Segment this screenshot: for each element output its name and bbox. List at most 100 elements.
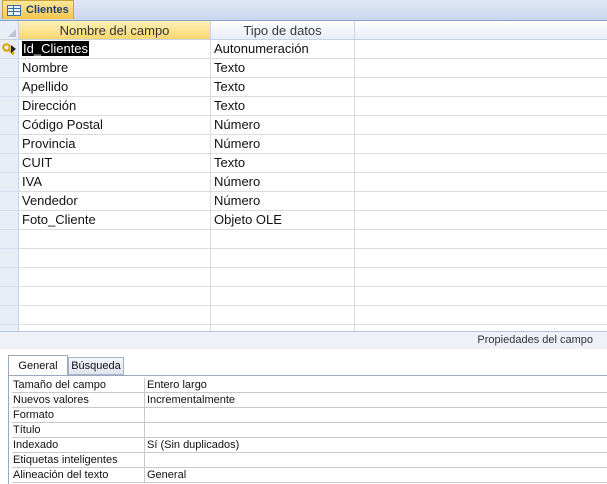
- field-name-cell[interactable]: Nombre: [19, 59, 211, 78]
- row-selector[interactable]: [0, 287, 19, 306]
- field-name-cell[interactable]: [19, 287, 211, 306]
- description-cell[interactable]: [355, 249, 607, 268]
- data-type-cell[interactable]: [211, 230, 355, 249]
- data-type-cell[interactable]: Texto: [211, 78, 355, 97]
- description-cell[interactable]: [355, 135, 607, 154]
- row-selector[interactable]: [0, 116, 19, 135]
- field-name-text: Id_Clientes: [22, 41, 90, 56]
- field-name-cell[interactable]: [19, 230, 211, 249]
- table-row[interactable]: Apellido Texto: [0, 78, 607, 97]
- row-selector[interactable]: [0, 173, 19, 192]
- field-name-cell[interactable]: [19, 249, 211, 268]
- data-type-cell[interactable]: Objeto OLE: [211, 211, 355, 230]
- column-header-data-type[interactable]: Tipo de datos: [211, 21, 355, 40]
- data-type-cell[interactable]: Texto: [211, 59, 355, 78]
- property-row[interactable]: Formato: [12, 408, 607, 423]
- property-row[interactable]: Título: [12, 423, 607, 438]
- column-header-description[interactable]: [355, 21, 607, 40]
- description-cell[interactable]: [355, 192, 607, 211]
- row-selector[interactable]: [0, 230, 19, 249]
- data-type-cell[interactable]: [211, 287, 355, 306]
- table-icon: [7, 4, 21, 16]
- row-selector[interactable]: [0, 249, 19, 268]
- table-row[interactable]: Provincia Número: [0, 135, 607, 154]
- data-type-cell[interactable]: [211, 268, 355, 287]
- field-name-cell[interactable]: IVA: [19, 173, 211, 192]
- property-value[interactable]: Entero largo: [145, 378, 607, 393]
- data-type-cell[interactable]: Número: [211, 116, 355, 135]
- data-type-cell[interactable]: Texto: [211, 97, 355, 116]
- property-row[interactable]: Tamaño del campo Entero largo: [12, 378, 607, 393]
- description-cell[interactable]: [355, 40, 607, 59]
- description-cell[interactable]: [355, 306, 607, 325]
- table-row[interactable]: [0, 249, 607, 268]
- field-name-cell[interactable]: Provincia: [19, 135, 211, 154]
- table-row[interactable]: [0, 306, 607, 325]
- row-selector[interactable]: [0, 135, 19, 154]
- document-tab-label: Clientes: [26, 4, 69, 16]
- field-name-cell[interactable]: [19, 306, 211, 325]
- property-row[interactable]: Indexado Sí (Sin duplicados): [12, 438, 607, 453]
- tab-general[interactable]: General: [8, 355, 68, 376]
- field-name-cell[interactable]: Vendedor: [19, 192, 211, 211]
- row-selector[interactable]: [0, 78, 19, 97]
- description-cell[interactable]: [355, 78, 607, 97]
- description-cell[interactable]: [355, 59, 607, 78]
- document-tab-clientes[interactable]: Clientes: [2, 0, 74, 19]
- table-row[interactable]: Código Postal Número: [0, 116, 607, 135]
- table-row[interactable]: [0, 287, 607, 306]
- field-name-cell[interactable]: Foto_Cliente: [19, 211, 211, 230]
- data-type-cell[interactable]: Texto: [211, 154, 355, 173]
- table-row[interactable]: CUIT Texto: [0, 154, 607, 173]
- property-value[interactable]: Incrementalmente: [145, 393, 607, 408]
- column-header-field-name[interactable]: Nombre del campo: [19, 21, 211, 40]
- field-name-cell[interactable]: [19, 268, 211, 287]
- data-type-cell[interactable]: Número: [211, 135, 355, 154]
- description-cell[interactable]: [355, 116, 607, 135]
- property-value[interactable]: Sí (Sin duplicados): [145, 438, 607, 453]
- property-row[interactable]: Nuevos valores Incrementalmente: [12, 393, 607, 408]
- field-name-cell[interactable]: Dirección: [19, 97, 211, 116]
- field-name-cell[interactable]: Código Postal: [19, 116, 211, 135]
- property-value[interactable]: [145, 453, 607, 468]
- row-selector[interactable]: [0, 154, 19, 173]
- table-row[interactable]: Dirección Texto: [0, 97, 607, 116]
- description-cell[interactable]: [355, 97, 607, 116]
- data-type-cell[interactable]: Número: [211, 173, 355, 192]
- description-cell[interactable]: [355, 173, 607, 192]
- tab-busqueda[interactable]: Búsqueda: [68, 357, 124, 375]
- description-cell[interactable]: [355, 268, 607, 287]
- data-type-cell[interactable]: [211, 249, 355, 268]
- row-selector[interactable]: [0, 192, 19, 211]
- field-name-cell[interactable]: Apellido: [19, 78, 211, 97]
- table-row[interactable]: Id_Clientes Autonumeración: [0, 40, 607, 59]
- row-selector[interactable]: [0, 211, 19, 230]
- data-type-cell[interactable]: Autonumeración: [211, 40, 355, 59]
- property-row[interactable]: Etiquetas inteligentes: [12, 453, 607, 468]
- property-value[interactable]: [145, 423, 607, 438]
- table-row[interactable]: Foto_Cliente Objeto OLE: [0, 211, 607, 230]
- property-value[interactable]: [145, 408, 607, 423]
- row-selector[interactable]: [0, 40, 19, 59]
- table-row[interactable]: [0, 230, 607, 249]
- table-row[interactable]: Nombre Texto: [0, 59, 607, 78]
- select-all-corner[interactable]: [0, 21, 19, 40]
- property-row[interactable]: Alineación del texto General: [12, 468, 607, 483]
- row-selector[interactable]: [0, 268, 19, 287]
- description-cell[interactable]: [355, 154, 607, 173]
- description-cell[interactable]: [355, 211, 607, 230]
- row-selector[interactable]: [0, 97, 19, 116]
- table-row[interactable]: [0, 268, 607, 287]
- table-row[interactable]: IVA Número: [0, 173, 607, 192]
- field-name-cell[interactable]: Id_Clientes: [19, 40, 211, 59]
- table-row[interactable]: Vendedor Número: [0, 192, 607, 211]
- row-selector[interactable]: [0, 59, 19, 78]
- field-properties-panel: General Búsqueda Tamaño del campo Entero …: [0, 349, 607, 484]
- description-cell[interactable]: [355, 230, 607, 249]
- data-type-cell[interactable]: Número: [211, 192, 355, 211]
- data-type-cell[interactable]: [211, 306, 355, 325]
- description-cell[interactable]: [355, 287, 607, 306]
- property-value[interactable]: General: [145, 468, 607, 483]
- field-name-cell[interactable]: CUIT: [19, 154, 211, 173]
- row-selector[interactable]: [0, 306, 19, 325]
